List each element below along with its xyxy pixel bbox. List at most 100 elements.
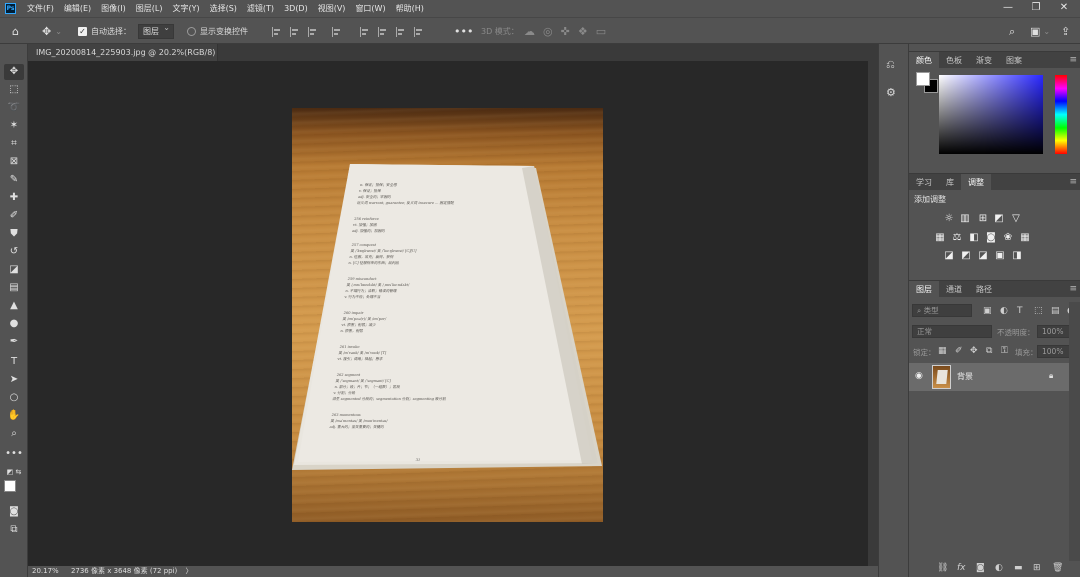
new-layer-icon[interactable]: ⊞: [1033, 563, 1041, 574]
filter-adjustment-icon[interactable]: ◐: [1000, 306, 1008, 317]
opacity-field[interactable]: 100%: [1037, 325, 1071, 338]
hand-tool-icon[interactable]: ✋: [4, 408, 24, 424]
align-bottom-icon[interactable]: [396, 26, 406, 37]
lock-position-icon[interactable]: ✥: [970, 346, 978, 357]
levels-icon[interactable]: ▥: [959, 213, 971, 224]
tab-patterns[interactable]: 图案: [999, 52, 1029, 69]
align-right-icon[interactable]: [308, 26, 318, 37]
slide-3d-icon[interactable]: ❖: [578, 25, 588, 38]
more-tools-icon[interactable]: •••: [4, 446, 24, 462]
delete-layer-icon[interactable]: 🗑︎: [1052, 563, 1063, 574]
clone-stamp-icon[interactable]: ⛊: [4, 226, 24, 242]
layer-name[interactable]: 背景: [957, 371, 973, 382]
camera-3d-icon[interactable]: ▭: [596, 25, 606, 38]
canvas-vertical-scrollbar[interactable]: [868, 61, 878, 566]
magic-wand-icon[interactable]: ✶: [4, 118, 24, 134]
tab-libraries[interactable]: 库: [939, 174, 961, 191]
exposure-icon[interactable]: ◩: [993, 213, 1005, 224]
channel-mixer-icon[interactable]: ❀: [1002, 232, 1014, 243]
hue-saturation-icon[interactable]: ▦: [934, 232, 946, 243]
menu-edit[interactable]: 编辑(E): [59, 3, 96, 14]
gradient-map-icon[interactable]: ▣: [994, 250, 1006, 261]
quick-mask-icon[interactable]: ◙: [4, 504, 24, 520]
properties-panel-icon[interactable]: ⚙: [886, 86, 896, 99]
ellipse-tool-icon[interactable]: ○: [4, 390, 24, 406]
brush-tool-icon[interactable]: ✐: [4, 208, 24, 224]
blend-mode-dropdown[interactable]: 正常: [912, 325, 992, 338]
crop-tool-icon[interactable]: ⌗: [4, 136, 24, 152]
layer-row-background[interactable]: ◉ 背景 🔒︎: [909, 363, 1069, 391]
status-arrow-icon[interactable]: 〉: [186, 567, 193, 575]
link-layers-icon[interactable]: ⛓: [937, 563, 948, 574]
filter-type-icon[interactable]: T: [1017, 306, 1023, 317]
tab-learn[interactable]: 学习: [909, 174, 939, 191]
photo-filter-icon[interactable]: ◙: [985, 232, 997, 243]
align-center-icon[interactable]: [290, 26, 300, 37]
new-group-icon[interactable]: ▬: [1014, 563, 1023, 574]
layer-filter-dropdown[interactable]: ⌕ 类型: [912, 304, 972, 317]
tab-channels[interactable]: 通道: [939, 281, 969, 298]
selective-color-icon[interactable]: ◨: [1011, 250, 1023, 261]
menu-select[interactable]: 选择(S): [205, 3, 242, 14]
eraser-icon[interactable]: ◪: [4, 262, 24, 278]
menu-layer[interactable]: 图层(L): [131, 3, 168, 14]
eyedropper-icon[interactable]: ✎: [4, 172, 24, 188]
posterize-icon[interactable]: ◩: [960, 250, 972, 261]
menu-window[interactable]: 窗口(W): [350, 3, 390, 14]
filter-smart-object-icon[interactable]: ▤: [1051, 306, 1060, 317]
menu-3d[interactable]: 3D(D): [279, 4, 313, 13]
home-button[interactable]: ⌂: [12, 18, 19, 45]
brightness-contrast-icon[interactable]: ☼: [943, 213, 955, 224]
more-options-button[interactable]: •••: [454, 18, 473, 45]
dodge-tool-icon[interactable]: ●: [4, 316, 24, 332]
healing-brush-icon[interactable]: ✚: [4, 190, 24, 206]
close-window-button[interactable]: ✕: [1052, 0, 1076, 17]
black-white-icon[interactable]: ◧: [968, 232, 980, 243]
distribute-vertical-icon[interactable]: [414, 26, 424, 37]
invert-icon[interactable]: ◪: [943, 250, 955, 261]
layer-style-icon[interactable]: fx: [957, 563, 966, 574]
auto-select-target-dropdown[interactable]: 图层: [138, 23, 174, 39]
type-tool-icon[interactable]: T: [4, 354, 24, 370]
auto-select-checkbox[interactable]: ✓ 自动选择：: [78, 18, 131, 45]
menu-view[interactable]: 视图(V): [313, 3, 351, 14]
maximize-button[interactable]: ❐: [1024, 0, 1048, 17]
zoom-tool-icon[interactable]: ⌕: [4, 426, 24, 442]
lock-image-icon[interactable]: ✐: [955, 346, 963, 357]
align-middle-icon[interactable]: [378, 26, 388, 37]
tab-color[interactable]: 颜色: [909, 51, 939, 69]
drag-3d-icon[interactable]: ✜: [561, 25, 570, 38]
tab-paths[interactable]: 路径: [969, 281, 999, 298]
lock-transparent-icon[interactable]: ▦: [938, 346, 947, 357]
gradient-tool-icon[interactable]: ▤: [4, 280, 24, 296]
add-mask-icon[interactable]: ◙: [976, 563, 985, 574]
visibility-eye-icon[interactable]: ◉: [915, 371, 923, 381]
share-button[interactable]: ⇪: [1061, 18, 1070, 45]
filter-pixel-icon[interactable]: ▣: [983, 306, 992, 317]
lasso-tool-icon[interactable]: ➰: [4, 100, 24, 116]
workspace-button[interactable]: ▣ ⌄: [1030, 18, 1050, 45]
menu-filter[interactable]: 滤镜(T): [242, 3, 279, 14]
layers-scrollbar[interactable]: [1069, 302, 1080, 564]
layer-lock-icon[interactable]: 🔒︎: [1049, 371, 1053, 381]
menu-help[interactable]: 帮助(H): [391, 3, 429, 14]
threshold-icon[interactable]: ◪: [977, 250, 989, 261]
curves-icon[interactable]: ⊞: [977, 213, 989, 224]
fill-field[interactable]: 100%: [1037, 345, 1071, 358]
filter-shape-icon[interactable]: ⬚: [1034, 306, 1043, 317]
marquee-tool-icon[interactable]: ⬚: [4, 82, 24, 98]
vibrance-icon[interactable]: ▽: [1010, 213, 1022, 224]
color-picker-field[interactable]: [939, 75, 1043, 154]
foreground-color-chip[interactable]: [916, 72, 930, 86]
new-adjustment-layer-icon[interactable]: ◐: [995, 563, 1003, 574]
menu-type[interactable]: 文字(Y): [167, 3, 204, 14]
blur-tool-icon[interactable]: ▲: [4, 298, 24, 314]
hue-slider[interactable]: [1055, 75, 1067, 154]
align-top-icon[interactable]: [360, 26, 370, 37]
panel-menu-icon[interactable]: ≡: [1069, 174, 1077, 190]
lock-all-icon[interactable]: ⚿: [1001, 346, 1008, 357]
path-selection-icon[interactable]: ➤: [4, 372, 24, 388]
distribute-icon[interactable]: [332, 26, 342, 37]
align-left-icon[interactable]: [272, 26, 282, 37]
move-tool-icon[interactable]: ✥: [4, 64, 24, 80]
